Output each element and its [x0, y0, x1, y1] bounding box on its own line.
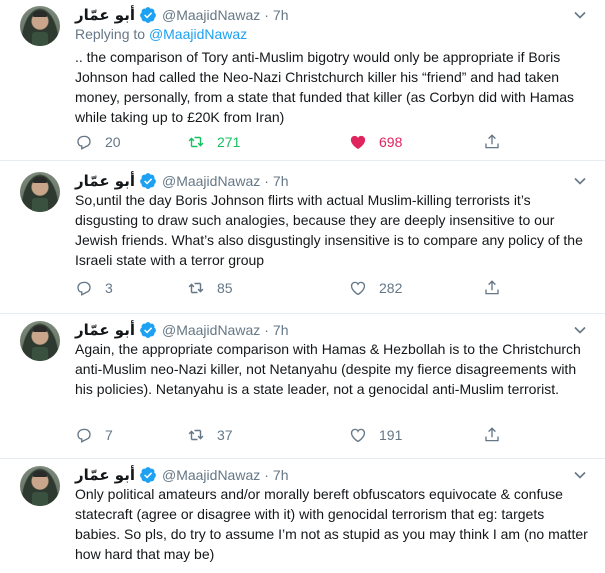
- replying-to: Replying to @MaajidNawaz: [75, 26, 247, 42]
- verified-badge-icon: [140, 467, 156, 483]
- display-name[interactable]: أبو عمّار: [75, 321, 135, 339]
- tweet-text: .. the comparison of Tory anti-Muslim bi…: [75, 49, 575, 125]
- retweet-count: 85: [217, 280, 233, 296]
- reply-button[interactable]: 7: [75, 425, 113, 445]
- retweet-button[interactable]: 37: [187, 425, 233, 445]
- verified-badge-icon: [140, 7, 156, 23]
- timestamp[interactable]: 7h: [273, 467, 289, 483]
- user-handle[interactable]: @MaajidNawaz: [162, 7, 260, 23]
- retweet-icon: [188, 429, 204, 441]
- tweet-actions: 20 271 698: [75, 132, 515, 152]
- share-icon: [485, 280, 499, 295]
- reply-icon: [77, 281, 91, 296]
- verified-badge-icon: [140, 322, 156, 338]
- reply-count: 3: [105, 280, 113, 296]
- tweet-text: Only political amateurs and/or morally b…: [75, 486, 588, 562]
- timestamp[interactable]: 7h: [273, 7, 289, 23]
- share-icon: [485, 134, 499, 149]
- chevron-down-icon[interactable]: [573, 323, 587, 337]
- chevron-down-icon[interactable]: [573, 8, 587, 22]
- display-name[interactable]: أبو عمّار: [75, 6, 135, 24]
- user-handle[interactable]: @MaajidNawaz: [162, 173, 260, 189]
- tweet-text: So,until the day Boris Johnson flirts wi…: [75, 192, 583, 268]
- tweet-actions: 3 85 282: [75, 278, 515, 298]
- replying-to-link[interactable]: @MaajidNawaz: [149, 26, 247, 42]
- user-handle[interactable]: @MaajidNawaz: [162, 322, 260, 338]
- reply-button[interactable]: 3: [75, 278, 113, 298]
- retweet-icon: [188, 136, 204, 148]
- tweet-header: أبو عمّار @MaajidNawaz · 7h: [75, 5, 288, 25]
- verified-badge-icon: [140, 173, 156, 189]
- reply-icon: [77, 135, 91, 150]
- reply-count: 7: [105, 427, 113, 443]
- separator-dot: ·: [264, 7, 269, 23]
- avatar[interactable]: [20, 466, 60, 506]
- retweet-button[interactable]: 85: [187, 278, 233, 298]
- replying-to-label: Replying to: [75, 26, 149, 42]
- tweet-header: أبو عمّار @MaajidNawaz · 7h: [75, 171, 288, 191]
- share-button[interactable]: [483, 278, 501, 298]
- like-count: 191: [379, 427, 403, 443]
- tweet-actions: 7 37 191: [75, 425, 515, 445]
- tweet[interactable]: أبو عمّار @MaajidNawaz · 7h So,until the…: [0, 166, 605, 314]
- tweet-text: Again, the appropriate comparison with H…: [75, 341, 581, 397]
- tweet[interactable]: أبو عمّار @MaajidNawaz · 7h Replying to …: [0, 0, 605, 161]
- reply-count: 20: [105, 134, 121, 150]
- heart-icon: [350, 281, 366, 296]
- share-button[interactable]: [483, 132, 501, 152]
- avatar[interactable]: [20, 321, 60, 361]
- tweet[interactable]: أبو عمّار @MaajidNawaz · 7h Only politic…: [0, 460, 605, 573]
- like-button[interactable]: 698: [349, 132, 402, 152]
- retweet-count: 271: [217, 134, 241, 150]
- chevron-down-icon[interactable]: [573, 468, 587, 482]
- tweet-header: أبو عمّار @MaajidNawaz · 7h: [75, 465, 288, 485]
- separator-dot: ·: [264, 322, 269, 338]
- like-count: 698: [379, 134, 403, 150]
- tweet[interactable]: أبو عمّار @MaajidNawaz · 7h Again, the a…: [0, 315, 605, 459]
- user-handle[interactable]: @MaajidNawaz: [162, 467, 260, 483]
- timestamp[interactable]: 7h: [273, 322, 289, 338]
- heart-icon: [350, 135, 366, 149]
- share-button[interactable]: [483, 425, 501, 445]
- reply-button[interactable]: 20: [75, 132, 121, 152]
- like-button[interactable]: 191: [349, 425, 402, 445]
- separator-dot: ·: [264, 467, 269, 483]
- like-count: 282: [379, 280, 403, 296]
- display-name[interactable]: أبو عمّار: [75, 466, 135, 484]
- avatar[interactable]: [20, 6, 60, 46]
- like-button[interactable]: 282: [349, 278, 402, 298]
- heart-icon: [350, 428, 366, 443]
- chevron-down-icon[interactable]: [573, 174, 587, 188]
- tweet-header: أبو عمّار @MaajidNawaz · 7h: [75, 320, 288, 340]
- retweet-button[interactable]: 271: [187, 132, 240, 152]
- retweet-count: 37: [217, 427, 233, 443]
- retweet-icon: [188, 282, 204, 294]
- timestamp[interactable]: 7h: [273, 173, 289, 189]
- display-name[interactable]: أبو عمّار: [75, 172, 135, 190]
- separator-dot: ·: [264, 173, 269, 189]
- share-icon: [485, 427, 499, 442]
- avatar[interactable]: [20, 172, 60, 212]
- reply-icon: [77, 428, 91, 443]
